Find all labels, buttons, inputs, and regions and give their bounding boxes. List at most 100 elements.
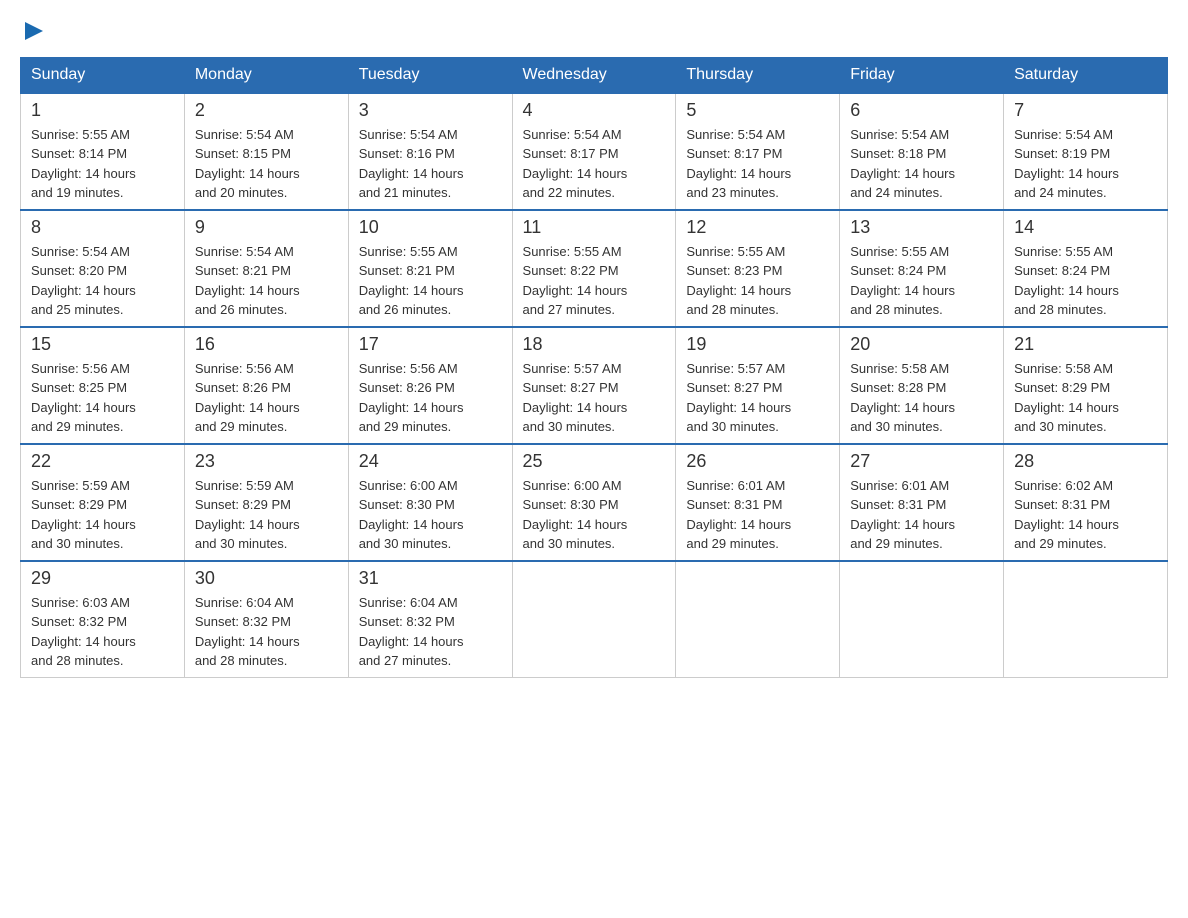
day-info: Sunrise: 5:55 AM Sunset: 8:21 PM Dayligh… (359, 242, 502, 320)
day-info: Sunrise: 5:55 AM Sunset: 8:22 PM Dayligh… (523, 242, 666, 320)
day-info: Sunrise: 5:58 AM Sunset: 8:29 PM Dayligh… (1014, 359, 1157, 437)
day-number: 15 (31, 334, 174, 355)
day-info: Sunrise: 5:54 AM Sunset: 8:19 PM Dayligh… (1014, 125, 1157, 203)
day-info: Sunrise: 5:54 AM Sunset: 8:21 PM Dayligh… (195, 242, 338, 320)
day-number: 3 (359, 100, 502, 121)
day-info: Sunrise: 6:00 AM Sunset: 8:30 PM Dayligh… (523, 476, 666, 554)
calendar-cell: 17 Sunrise: 5:56 AM Sunset: 8:26 PM Dayl… (348, 327, 512, 444)
calendar-week-row: 29 Sunrise: 6:03 AM Sunset: 8:32 PM Dayl… (21, 561, 1168, 678)
day-info: Sunrise: 6:01 AM Sunset: 8:31 PM Dayligh… (850, 476, 993, 554)
day-number: 14 (1014, 217, 1157, 238)
day-number: 1 (31, 100, 174, 121)
day-number: 29 (31, 568, 174, 589)
day-info: Sunrise: 5:54 AM Sunset: 8:17 PM Dayligh… (686, 125, 829, 203)
calendar-cell: 23 Sunrise: 5:59 AM Sunset: 8:29 PM Dayl… (184, 444, 348, 561)
calendar-cell: 3 Sunrise: 5:54 AM Sunset: 8:16 PM Dayli… (348, 93, 512, 210)
day-number: 23 (195, 451, 338, 472)
logo (20, 20, 45, 47)
day-info: Sunrise: 6:04 AM Sunset: 8:32 PM Dayligh… (195, 593, 338, 671)
day-number: 8 (31, 217, 174, 238)
calendar-cell: 24 Sunrise: 6:00 AM Sunset: 8:30 PM Dayl… (348, 444, 512, 561)
day-number: 26 (686, 451, 829, 472)
page-header (20, 20, 1168, 47)
day-info: Sunrise: 5:58 AM Sunset: 8:28 PM Dayligh… (850, 359, 993, 437)
calendar-cell: 22 Sunrise: 5:59 AM Sunset: 8:29 PM Dayl… (21, 444, 185, 561)
calendar-cell: 20 Sunrise: 5:58 AM Sunset: 8:28 PM Dayl… (840, 327, 1004, 444)
calendar-cell: 6 Sunrise: 5:54 AM Sunset: 8:18 PM Dayli… (840, 93, 1004, 210)
day-info: Sunrise: 6:01 AM Sunset: 8:31 PM Dayligh… (686, 476, 829, 554)
day-info: Sunrise: 5:59 AM Sunset: 8:29 PM Dayligh… (31, 476, 174, 554)
calendar-week-row: 22 Sunrise: 5:59 AM Sunset: 8:29 PM Dayl… (21, 444, 1168, 561)
day-number: 5 (686, 100, 829, 121)
day-info: Sunrise: 6:04 AM Sunset: 8:32 PM Dayligh… (359, 593, 502, 671)
calendar-cell: 26 Sunrise: 6:01 AM Sunset: 8:31 PM Dayl… (676, 444, 840, 561)
day-info: Sunrise: 5:59 AM Sunset: 8:29 PM Dayligh… (195, 476, 338, 554)
calendar-cell (676, 561, 840, 678)
day-info: Sunrise: 6:02 AM Sunset: 8:31 PM Dayligh… (1014, 476, 1157, 554)
calendar-week-row: 1 Sunrise: 5:55 AM Sunset: 8:14 PM Dayli… (21, 93, 1168, 210)
day-number: 19 (686, 334, 829, 355)
day-number: 28 (1014, 451, 1157, 472)
day-number: 18 (523, 334, 666, 355)
day-info: Sunrise: 5:56 AM Sunset: 8:25 PM Dayligh… (31, 359, 174, 437)
calendar-cell: 30 Sunrise: 6:04 AM Sunset: 8:32 PM Dayl… (184, 561, 348, 678)
day-number: 25 (523, 451, 666, 472)
calendar-cell: 25 Sunrise: 6:00 AM Sunset: 8:30 PM Dayl… (512, 444, 676, 561)
calendar-cell (512, 561, 676, 678)
calendar-cell: 11 Sunrise: 5:55 AM Sunset: 8:22 PM Dayl… (512, 210, 676, 327)
day-info: Sunrise: 5:54 AM Sunset: 8:15 PM Dayligh… (195, 125, 338, 203)
day-info: Sunrise: 6:03 AM Sunset: 8:32 PM Dayligh… (31, 593, 174, 671)
calendar-cell (840, 561, 1004, 678)
calendar-cell: 5 Sunrise: 5:54 AM Sunset: 8:17 PM Dayli… (676, 93, 840, 210)
calendar-cell: 27 Sunrise: 6:01 AM Sunset: 8:31 PM Dayl… (840, 444, 1004, 561)
day-info: Sunrise: 5:55 AM Sunset: 8:14 PM Dayligh… (31, 125, 174, 203)
day-number: 7 (1014, 100, 1157, 121)
calendar-header-sunday: Sunday (21, 57, 185, 93)
calendar-cell: 31 Sunrise: 6:04 AM Sunset: 8:32 PM Dayl… (348, 561, 512, 678)
calendar-table: SundayMondayTuesdayWednesdayThursdayFrid… (20, 57, 1168, 678)
day-number: 30 (195, 568, 338, 589)
day-number: 17 (359, 334, 502, 355)
day-number: 13 (850, 217, 993, 238)
calendar-cell: 16 Sunrise: 5:56 AM Sunset: 8:26 PM Dayl… (184, 327, 348, 444)
calendar-cell: 1 Sunrise: 5:55 AM Sunset: 8:14 PM Dayli… (21, 93, 185, 210)
calendar-cell: 29 Sunrise: 6:03 AM Sunset: 8:32 PM Dayl… (21, 561, 185, 678)
calendar-header-saturday: Saturday (1004, 57, 1168, 93)
calendar-week-row: 8 Sunrise: 5:54 AM Sunset: 8:20 PM Dayli… (21, 210, 1168, 327)
calendar-header-thursday: Thursday (676, 57, 840, 93)
calendar-cell: 21 Sunrise: 5:58 AM Sunset: 8:29 PM Dayl… (1004, 327, 1168, 444)
calendar-cell: 19 Sunrise: 5:57 AM Sunset: 8:27 PM Dayl… (676, 327, 840, 444)
day-info: Sunrise: 5:55 AM Sunset: 8:24 PM Dayligh… (850, 242, 993, 320)
day-info: Sunrise: 5:57 AM Sunset: 8:27 PM Dayligh… (523, 359, 666, 437)
calendar-header-friday: Friday (840, 57, 1004, 93)
logo-arrow-icon (23, 20, 45, 42)
day-info: Sunrise: 5:56 AM Sunset: 8:26 PM Dayligh… (359, 359, 502, 437)
calendar-cell: 4 Sunrise: 5:54 AM Sunset: 8:17 PM Dayli… (512, 93, 676, 210)
day-number: 4 (523, 100, 666, 121)
calendar-cell: 7 Sunrise: 5:54 AM Sunset: 8:19 PM Dayli… (1004, 93, 1168, 210)
calendar-cell: 13 Sunrise: 5:55 AM Sunset: 8:24 PM Dayl… (840, 210, 1004, 327)
day-info: Sunrise: 5:56 AM Sunset: 8:26 PM Dayligh… (195, 359, 338, 437)
calendar-cell: 2 Sunrise: 5:54 AM Sunset: 8:15 PM Dayli… (184, 93, 348, 210)
calendar-cell: 12 Sunrise: 5:55 AM Sunset: 8:23 PM Dayl… (676, 210, 840, 327)
calendar-cell: 28 Sunrise: 6:02 AM Sunset: 8:31 PM Dayl… (1004, 444, 1168, 561)
calendar-cell: 18 Sunrise: 5:57 AM Sunset: 8:27 PM Dayl… (512, 327, 676, 444)
day-info: Sunrise: 5:54 AM Sunset: 8:18 PM Dayligh… (850, 125, 993, 203)
day-number: 27 (850, 451, 993, 472)
day-info: Sunrise: 5:54 AM Sunset: 8:20 PM Dayligh… (31, 242, 174, 320)
calendar-header-row: SundayMondayTuesdayWednesdayThursdayFrid… (21, 57, 1168, 93)
calendar-header-wednesday: Wednesday (512, 57, 676, 93)
day-info: Sunrise: 5:54 AM Sunset: 8:17 PM Dayligh… (523, 125, 666, 203)
calendar-week-row: 15 Sunrise: 5:56 AM Sunset: 8:25 PM Dayl… (21, 327, 1168, 444)
calendar-cell (1004, 561, 1168, 678)
day-number: 10 (359, 217, 502, 238)
calendar-cell: 10 Sunrise: 5:55 AM Sunset: 8:21 PM Dayl… (348, 210, 512, 327)
day-number: 31 (359, 568, 502, 589)
day-number: 9 (195, 217, 338, 238)
day-number: 22 (31, 451, 174, 472)
calendar-header-monday: Monday (184, 57, 348, 93)
day-number: 16 (195, 334, 338, 355)
calendar-cell: 15 Sunrise: 5:56 AM Sunset: 8:25 PM Dayl… (21, 327, 185, 444)
calendar-cell: 9 Sunrise: 5:54 AM Sunset: 8:21 PM Dayli… (184, 210, 348, 327)
calendar-cell: 14 Sunrise: 5:55 AM Sunset: 8:24 PM Dayl… (1004, 210, 1168, 327)
